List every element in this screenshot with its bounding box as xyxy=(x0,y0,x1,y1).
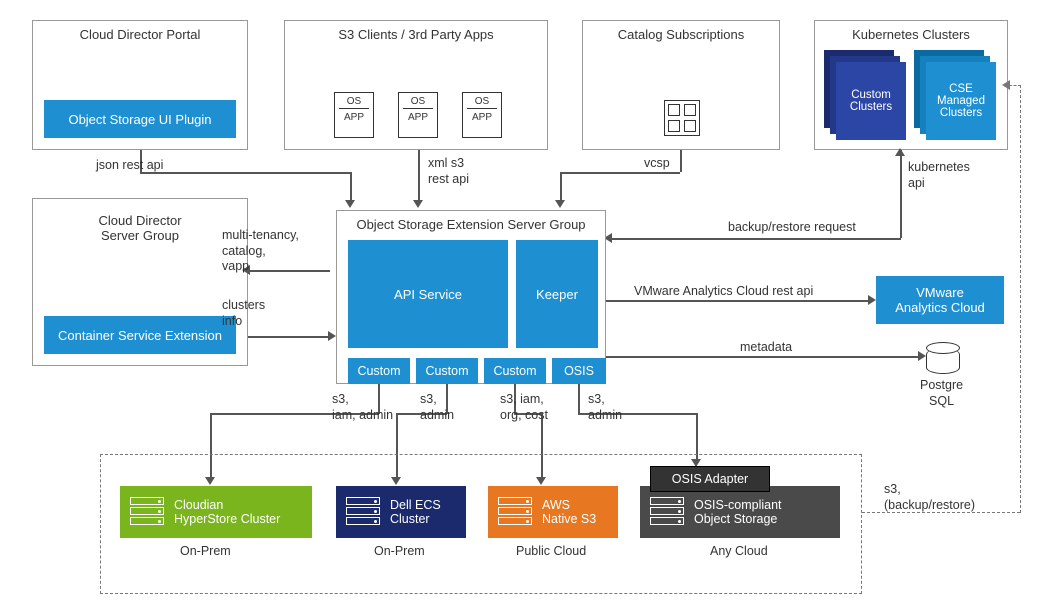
xml-s3-label: xml s3 rest api xyxy=(428,156,469,187)
osis-compliant-storage: OSIS-compliant Object Storage xyxy=(640,486,840,538)
keeper: Keeper xyxy=(516,240,598,348)
catalog-title: Catalog Subscriptions xyxy=(583,21,779,44)
api-service: API Service xyxy=(348,240,508,348)
container-service-extension: Container Service Extension xyxy=(44,316,236,354)
os-app-icon-2: OS APP xyxy=(398,92,438,138)
cdp-title: Cloud Director Portal xyxy=(33,21,247,44)
cloudian-hyperstore: Cloudian HyperStore Cluster xyxy=(120,486,312,538)
s3-admin-label-1: s3, admin xyxy=(420,392,454,423)
ose-title: Object Storage Extension Server Group xyxy=(337,211,605,234)
custom-1: Custom xyxy=(348,358,410,384)
object-storage-ui-plugin: Object Storage UI Plugin xyxy=(44,100,236,138)
k8s-api-label: kubernetes api xyxy=(908,160,970,191)
custom-3: Custom xyxy=(484,358,546,384)
aws-native-s3: AWS Native S3 xyxy=(488,486,618,538)
vcsp-label: vcsp xyxy=(644,156,670,172)
osis-location: Any Cloud xyxy=(710,544,768,558)
server-icon xyxy=(130,497,164,527)
s3-title: S3 Clients / 3rd Party Apps xyxy=(285,21,547,44)
server-icon xyxy=(650,497,684,527)
aws-location: Public Cloud xyxy=(516,544,586,558)
postgresql-icon xyxy=(926,348,960,374)
k8s-title: Kubernetes Clusters xyxy=(815,21,1007,44)
s3-iam-admin-label: s3, iam, admin xyxy=(332,392,393,423)
s3-admin-label-2: s3, admin xyxy=(588,392,622,423)
multi-tenancy-label: multi-tenancy, catalog, vapp xyxy=(222,228,299,275)
server-icon xyxy=(346,497,380,527)
cdsg-title: Cloud Director Server Group xyxy=(33,199,247,245)
metadata-label: metadata xyxy=(740,340,792,356)
osis-adapter: OSIS Adapter xyxy=(650,466,770,492)
json-rest-api-label: json rest api xyxy=(96,158,163,174)
postgresql-label: Postgre SQL xyxy=(920,378,963,409)
s3-iam-org-label: s3, iam, org, cost xyxy=(500,392,548,423)
vmware-api-label: VMware Analytics Cloud rest api xyxy=(634,284,813,300)
backup-restore-label: backup/restore request xyxy=(728,220,856,236)
clusters-info-label: clusters info xyxy=(222,298,265,329)
dell-ecs: Dell ECS Cluster xyxy=(336,486,466,538)
osis: OSIS xyxy=(552,358,606,384)
catalog-icon xyxy=(664,100,700,136)
os-app-icon-1: OS APP xyxy=(334,92,374,138)
vmware-analytics-cloud: VMware Analytics Cloud xyxy=(876,276,1004,324)
os-app-icon-3: OS APP xyxy=(462,92,502,138)
s3-backup-restore-label: s3, (backup/restore) xyxy=(884,482,975,513)
custom-2: Custom xyxy=(416,358,478,384)
dell-location: On-Prem xyxy=(374,544,425,558)
cloudian-location: On-Prem xyxy=(180,544,231,558)
server-icon xyxy=(498,497,532,527)
